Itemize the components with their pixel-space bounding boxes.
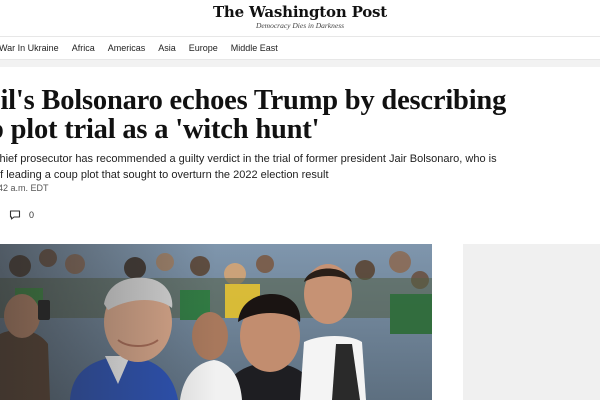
nav-item-asia[interactable]: Asia bbox=[158, 43, 176, 53]
site-header: The Washington Post Democracy Dies in Da… bbox=[0, 0, 600, 37]
article-dek: chief prosecutor has recommended a guilt… bbox=[0, 151, 499, 183]
crowd-photo-illustration bbox=[0, 244, 432, 400]
masthead[interactable]: The Washington Post Democracy Dies in Da… bbox=[0, 4, 600, 31]
comments-button[interactable]: 0 bbox=[9, 210, 34, 220]
speech-bubble-icon bbox=[9, 210, 21, 220]
section-nav: War In Ukraine Africa Americas Asia Euro… bbox=[0, 37, 600, 60]
nav-item-africa[interactable]: Africa bbox=[72, 43, 95, 53]
masthead-tagline: Democracy Dies in Darkness bbox=[255, 21, 345, 30]
nav-item-americas[interactable]: Americas bbox=[108, 43, 146, 53]
nav-item-middle-east[interactable]: Middle East bbox=[231, 43, 278, 53]
lead-photo bbox=[0, 244, 432, 400]
headline-line-1: zil's Bolsonaro echoes Trump by describi… bbox=[0, 85, 507, 116]
dek-line-1: chief prosecutor has recommended a guilt… bbox=[0, 153, 497, 165]
publish-timestamp: 42 a.m. EDT bbox=[0, 183, 49, 193]
divider-band bbox=[0, 60, 600, 67]
masthead-logo[interactable]: The Washington Post bbox=[0, 4, 600, 20]
article-headline: zil's Bolsonaro echoes Trump by describi… bbox=[0, 86, 508, 144]
nav-item-war-in-ukraine[interactable]: War In Ukraine bbox=[0, 43, 59, 53]
nav-item-europe[interactable]: Europe bbox=[189, 43, 218, 53]
dek-line-2: of leading a coup plot that sought to ov… bbox=[0, 169, 329, 181]
page: The Washington Post Democracy Dies in Da… bbox=[0, 0, 600, 400]
comment-count: 0 bbox=[29, 210, 35, 220]
headline-line-2: p plot trial as a 'witch hunt' bbox=[0, 114, 320, 145]
ad-panel bbox=[463, 244, 600, 400]
